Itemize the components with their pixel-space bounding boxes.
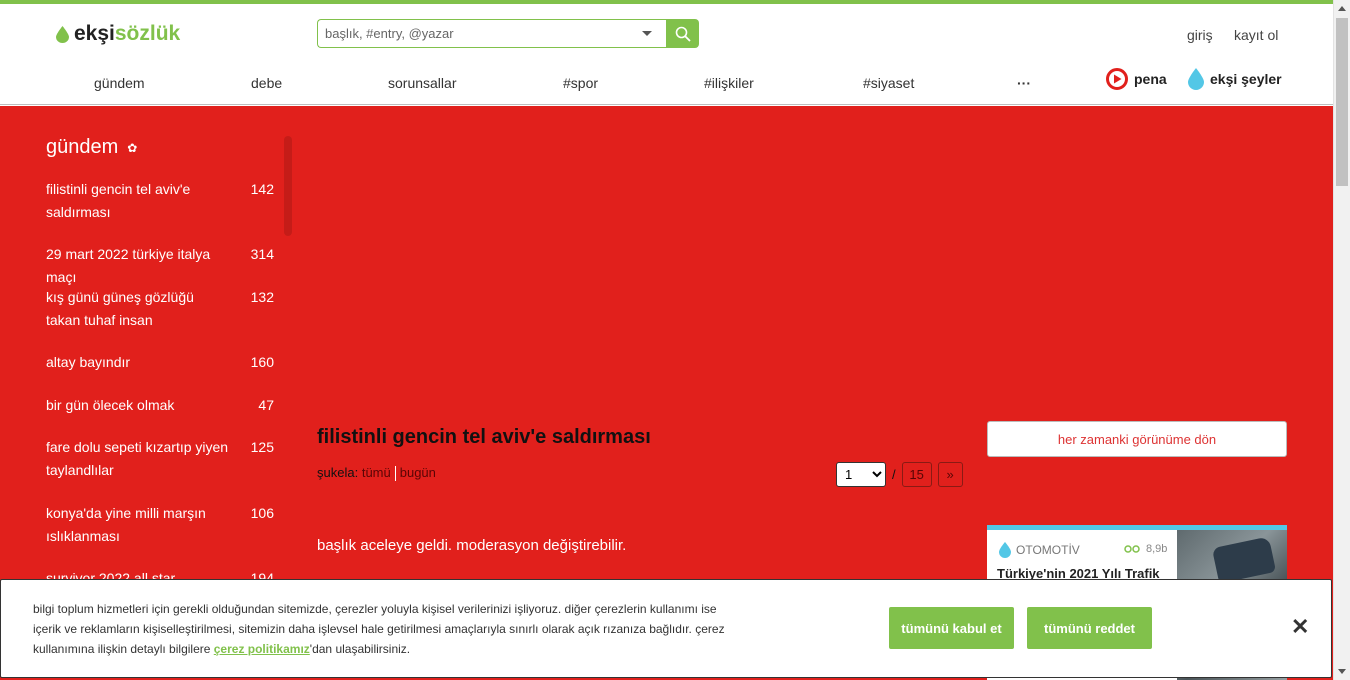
- topic-count: 314: [250, 246, 274, 262]
- login-link[interactable]: giriş: [1187, 27, 1213, 43]
- car-image: [1211, 536, 1277, 584]
- topic-title: konya'da yine milli marşın ıslıklanması: [46, 505, 206, 544]
- cookie-banner: bilgi toplum hizmetleri için gerekli old…: [0, 579, 1332, 678]
- nav-sorunsallar[interactable]: sorunsallar: [388, 75, 456, 91]
- search-button[interactable]: [666, 19, 699, 48]
- logo-text-sozluk: sözlük: [114, 22, 181, 45]
- topic-count: 142: [250, 181, 274, 197]
- eksi-seyler-link[interactable]: ekşi şeyler: [1188, 68, 1282, 90]
- scrollbar-thumb[interactable]: [1336, 18, 1348, 186]
- filter-all-link[interactable]: tümü: [362, 465, 391, 480]
- topic-title: fare dolu sepeti kızartıp yiyen taylandl…: [46, 439, 229, 478]
- sidebar-scrollbar[interactable]: [284, 136, 292, 236]
- scroll-up-arrow-icon[interactable]: [1338, 6, 1346, 11]
- topic-title: filistinli gencin tel aviv'e saldırması: [46, 181, 191, 220]
- cookie-text-end: 'dan ulaşabilirsiniz.: [309, 642, 411, 656]
- topic-title-heading[interactable]: filistinli gencin tel aviv'e saldırması: [317, 426, 651, 449]
- reject-all-cookies-button[interactable]: tümünü reddet: [1027, 607, 1152, 649]
- drop-icon: [56, 25, 69, 43]
- topic-count: 125: [250, 439, 274, 455]
- sidebar-topic[interactable]: bir gün ölecek olmak 47: [46, 394, 274, 417]
- sidebar-topic[interactable]: altay bayındır 160: [46, 351, 274, 374]
- topic-title: kış günü güneş gözlüğü takan tuhaf insan: [46, 289, 194, 328]
- site-logo[interactable]: ekşi sözlük: [56, 22, 180, 46]
- sidebar-title-text: gündem: [46, 136, 119, 158]
- sidebar-topic[interactable]: 29 mart 2022 türkiye italya maçı 314: [46, 243, 274, 289]
- gear-icon[interactable]: ✿: [127, 141, 137, 155]
- sidebar-topic[interactable]: filistinli gencin tel aviv'e saldırması 1…: [46, 178, 274, 224]
- page-slash: /: [892, 467, 896, 482]
- last-page-button[interactable]: 15: [901, 462, 932, 487]
- signup-link[interactable]: kayıt ol: [1234, 27, 1278, 43]
- close-icon[interactable]: ✕: [1291, 616, 1309, 638]
- search-input[interactable]: [317, 19, 667, 48]
- search-dropdown-caret-icon[interactable]: [642, 31, 652, 36]
- scroll-down-arrow-icon[interactable]: [1338, 669, 1346, 674]
- search-icon: [675, 26, 691, 42]
- water-drop-icon: [1188, 68, 1204, 90]
- pena-link[interactable]: pena: [1106, 68, 1167, 90]
- page-scrollbar[interactable]: [1333, 0, 1350, 680]
- nav-iliskiler[interactable]: #ilişkiler: [704, 75, 754, 91]
- nav-more-button[interactable]: ···: [1017, 75, 1031, 91]
- card-views: 8,9b: [1124, 543, 1167, 555]
- next-page-button[interactable]: »: [937, 462, 963, 487]
- sidebar: gündem ✿ filistinli gencin tel aviv'e sa…: [46, 136, 286, 586]
- moderation-notice: başlık aceleye geldi. moderasyon değişti…: [317, 537, 627, 554]
- eksi-seyler-label: ekşi şeyler: [1210, 71, 1282, 87]
- card-category: OTOMOTİV: [999, 542, 1080, 558]
- search-box: [317, 19, 699, 48]
- topic-count: 47: [258, 397, 274, 413]
- card-views-count: 8,9b: [1146, 543, 1168, 555]
- pagination: 1 / 15 »: [836, 462, 963, 487]
- sidebar-title[interactable]: gündem ✿: [46, 136, 286, 159]
- logo-text-eksi: ekşi: [74, 22, 115, 45]
- site-header: ekşisözlük giriş kayıt ol gündem debe so…: [0, 4, 1333, 105]
- topic-count: 132: [250, 289, 274, 305]
- water-drop-icon: [999, 542, 1011, 558]
- topic-count: 160: [250, 354, 274, 370]
- accept-all-cookies-button[interactable]: tümünü kabul et: [889, 607, 1014, 649]
- views-icon: [1124, 545, 1140, 553]
- cookie-text: bilgi toplum hizmetleri için gerekli old…: [33, 599, 733, 659]
- nav-spor[interactable]: #spor: [563, 75, 598, 91]
- topic-title: altay bayındır: [46, 354, 131, 370]
- filter-divider: [394, 466, 396, 482]
- nav-siyaset[interactable]: #siyaset: [863, 75, 914, 91]
- topic-title: bir gün ölecek olmak: [46, 397, 175, 413]
- return-default-view-button[interactable]: her zamanki görünüme dön: [987, 421, 1287, 457]
- pena-label: pena: [1134, 71, 1167, 87]
- topic-count: 106: [250, 505, 274, 521]
- filter-today-link[interactable]: bugün: [400, 465, 436, 480]
- page-select[interactable]: 1: [836, 462, 886, 487]
- sidebar-topic[interactable]: konya'da yine milli marşın ıslıklanması 1…: [46, 502, 274, 548]
- sidebar-topic[interactable]: fare dolu sepeti kızartıp yiyen taylandl…: [46, 436, 274, 482]
- card-category-label: OTOMOTİV: [1016, 543, 1080, 557]
- nav-gundem[interactable]: gündem: [94, 75, 145, 91]
- cookie-policy-link[interactable]: çerez politikamız: [214, 642, 310, 656]
- sukela-label: şukela:: [317, 465, 359, 480]
- sukela-filter: şukela: tümü bugün: [317, 465, 436, 482]
- topic-title: 29 mart 2022 türkiye italya maçı: [46, 246, 211, 285]
- pena-play-icon: [1106, 68, 1128, 90]
- sidebar-topic[interactable]: kış günü güneş gözlüğü takan tuhaf insan…: [46, 286, 274, 332]
- nav-debe[interactable]: debe: [251, 75, 282, 91]
